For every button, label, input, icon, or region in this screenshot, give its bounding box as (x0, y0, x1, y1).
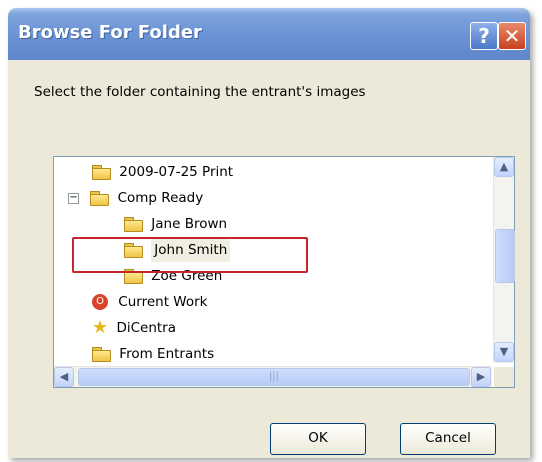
tree-item-comp-ready[interactable]: − Comp Ready (68, 186, 203, 210)
scroll-up-icon[interactable]: ▲ (494, 157, 514, 177)
selection-highlight-box (72, 237, 308, 273)
scroll-down-icon[interactable]: ▼ (494, 342, 514, 362)
horizontal-scrollbar[interactable]: ◀ ||| ▶ (54, 366, 492, 387)
folder-icon (92, 347, 111, 362)
ok-button[interactable]: OK (270, 423, 366, 455)
close-button[interactable]: ✕ (498, 22, 526, 50)
help-button[interactable]: ? (470, 22, 498, 50)
dialog-title: Browse For Folder (18, 22, 202, 43)
tree-item-current-work[interactable]: O Current Work (92, 290, 207, 314)
tree-item-jane-brown[interactable]: Jane Brown (124, 212, 227, 236)
instruction-text: Select the folder containing the entrant… (34, 84, 366, 100)
tree-item-2009-07-25-print[interactable]: 2009-07-25 Print (92, 160, 233, 184)
scroll-left-icon[interactable]: ◀ (54, 367, 74, 387)
folder-icon (124, 217, 143, 232)
tree-item-dicentra[interactable]: ★ DiCentra (92, 316, 176, 340)
folder-icon (90, 191, 110, 206)
cancel-button[interactable]: Cancel (400, 423, 496, 455)
title-bar[interactable]: Browse For Folder ? ✕ (8, 8, 530, 60)
folder-icon (92, 165, 111, 180)
collapse-icon[interactable]: − (68, 192, 79, 204)
vertical-scrollbar[interactable]: ▲ ▼ (493, 157, 515, 363)
browse-for-folder-dialog: Browse For Folder ? ✕ Select the folder … (8, 8, 530, 458)
red-app-icon: O (92, 294, 108, 310)
scrollbar-corner (494, 367, 514, 387)
star-icon: ★ (92, 317, 109, 338)
horizontal-scroll-thumb[interactable]: ||| (78, 368, 470, 386)
vertical-scroll-thumb[interactable] (495, 229, 515, 283)
scroll-right-icon[interactable]: ▶ (471, 367, 491, 387)
tree-item-from-entrants[interactable]: From Entrants (92, 342, 214, 362)
